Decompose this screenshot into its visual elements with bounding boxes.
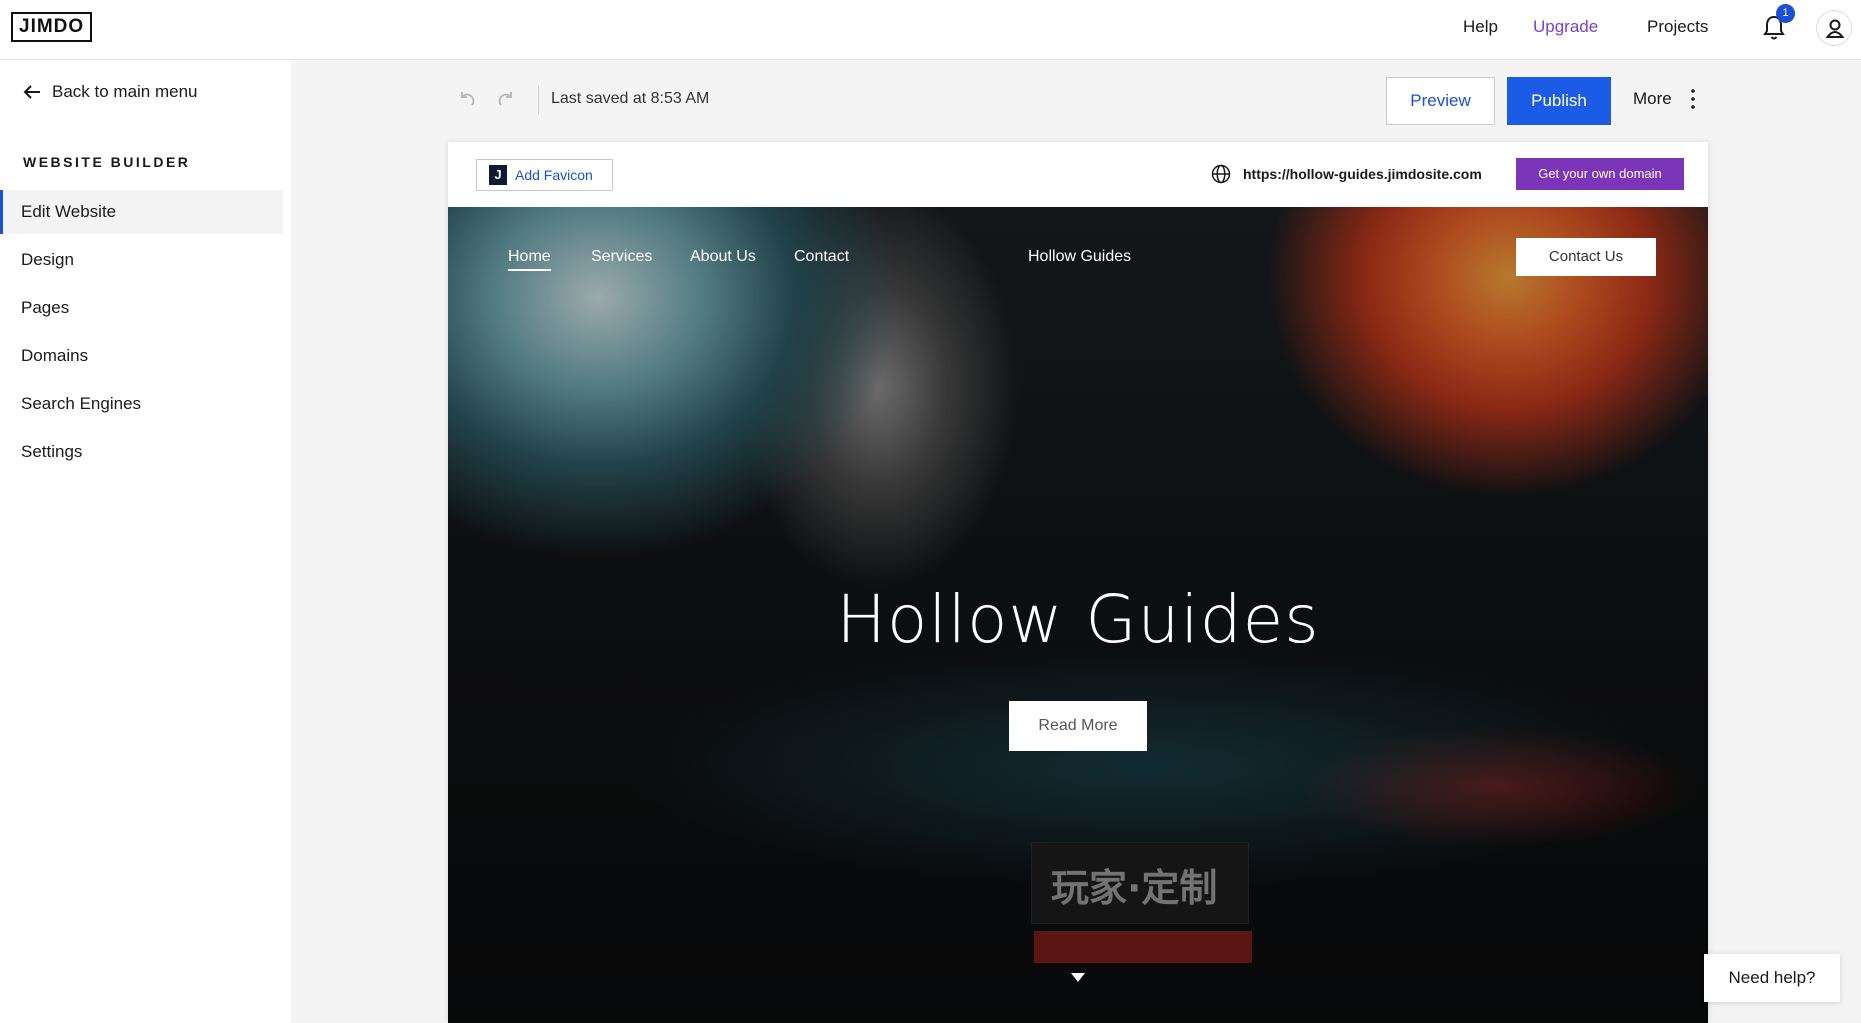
arrow-left-icon	[23, 85, 40, 99]
more-button[interactable]: More	[1633, 89, 1672, 109]
undo-icon[interactable]	[456, 88, 478, 110]
publish-button[interactable]: Publish	[1507, 77, 1611, 125]
account-avatar[interactable]	[1816, 10, 1852, 46]
notification-badge: 1	[1776, 4, 1795, 23]
sidebar-item-design[interactable]: Design	[0, 238, 283, 282]
site-nav-contact[interactable]: Contact	[794, 248, 849, 266]
site-nav-home[interactable]: Home	[508, 248, 551, 271]
back-to-main-menu[interactable]: Back to main menu	[22, 82, 198, 102]
read-more-button[interactable]: Read More	[1009, 701, 1147, 751]
add-favicon-label: Add Favicon	[515, 167, 593, 183]
site-nav-about-us[interactable]: About Us	[690, 248, 756, 266]
save-status: Last saved at 8:53 AM	[551, 90, 710, 107]
preview-button[interactable]: Preview	[1386, 77, 1495, 125]
site-url[interactable]: https://hollow-guides.jimdosite.com	[1243, 166, 1482, 182]
top-bar: JIMDO Help Upgrade Projects 1	[0, 0, 1861, 60]
back-label: Back to main menu	[52, 82, 198, 101]
sidebar-item-domains[interactable]: Domains	[0, 334, 283, 378]
upgrade-link[interactable]: Upgrade	[1533, 17, 1598, 37]
need-help-button[interactable]: Need help?	[1704, 954, 1840, 1002]
toolbar-divider	[538, 86, 539, 114]
website-preview: J Add Favicon https://hollow-guides.jimd…	[448, 142, 1708, 1023]
globe-icon	[1211, 164, 1231, 184]
redo-icon[interactable]	[495, 88, 517, 110]
get-domain-button[interactable]: Get your own domain	[1516, 158, 1684, 190]
hero-section: 玩家·定制 Home Services About Us Contact Hol…	[448, 207, 1708, 1023]
site-nav-services[interactable]: Services	[591, 248, 652, 266]
favicon-icon: J	[489, 165, 507, 185]
user-icon	[1825, 19, 1845, 38]
sidebar-item-settings[interactable]: Settings	[0, 430, 283, 474]
sidebar-item-pages[interactable]: Pages	[0, 286, 283, 330]
scroll-down-icon[interactable]	[1071, 973, 1085, 982]
site-brand[interactable]: Hollow Guides	[1028, 248, 1131, 266]
sidebar-item-edit-website[interactable]: Edit Website	[0, 190, 283, 234]
sidebar-item-search-engines[interactable]: Search Engines	[0, 382, 283, 426]
section-title: WEBSITE BUILDER	[23, 154, 191, 170]
projects-link[interactable]: Projects	[1647, 17, 1708, 37]
sidebar: Back to main menu WEBSITE BUILDER Edit W…	[0, 60, 291, 1023]
contact-us-button[interactable]: Contact Us	[1516, 238, 1656, 276]
help-link[interactable]: Help	[1463, 17, 1498, 37]
jimdo-logo[interactable]: JIMDO	[11, 12, 93, 42]
more-vertical-icon[interactable]	[1690, 88, 1696, 110]
preview-header: J Add Favicon https://hollow-guides.jimd…	[448, 142, 1708, 207]
hero-title[interactable]: Hollow Guides	[448, 581, 1708, 658]
add-favicon-button[interactable]: J Add Favicon	[476, 159, 613, 191]
